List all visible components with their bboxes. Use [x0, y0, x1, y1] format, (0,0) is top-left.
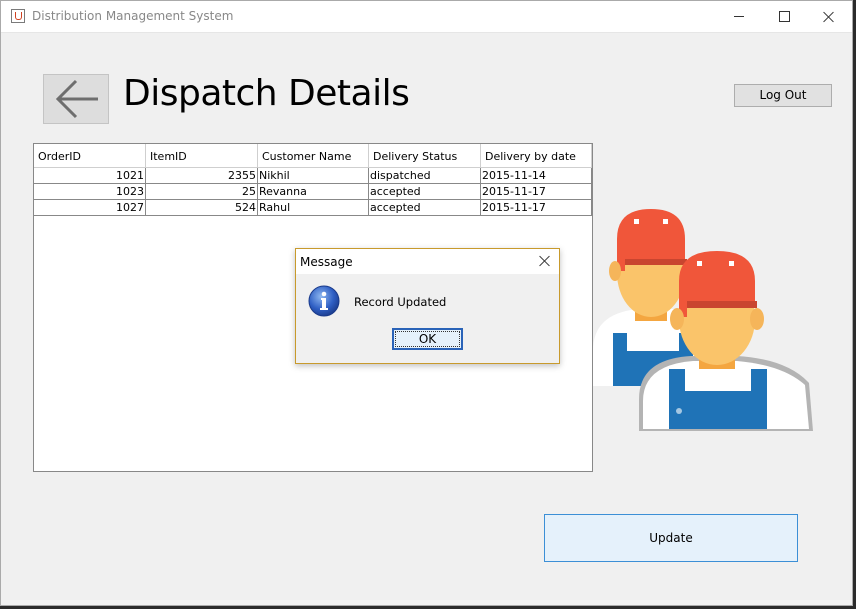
java-app-icon [11, 9, 25, 23]
close-button[interactable] [806, 1, 852, 32]
item-id-cell[interactable]: 2355 [146, 168, 258, 184]
dialog-message: Record Updated [354, 295, 447, 309]
customer-name-cell[interactable]: Revanna [258, 184, 369, 200]
order-id-cell[interactable]: 1027 [34, 200, 146, 216]
delivery-date-cell[interactable]: 2015-11-17 [481, 184, 592, 200]
window-title: Distribution Management System [32, 9, 234, 23]
delivery-date-cell[interactable]: 2015-11-14 [481, 168, 592, 184]
maximize-button[interactable] [761, 1, 807, 32]
minimize-icon [734, 16, 744, 17]
dialog-title-bar: Message [296, 249, 559, 274]
delivery-status-cell[interactable]: accepted [369, 200, 481, 216]
ok-button[interactable]: OK [392, 328, 463, 350]
table-row[interactable]: 1023 25 Revanna accepted 2015-11-17 [34, 184, 592, 200]
column-header-delivery-date[interactable]: Delivery by date [481, 144, 592, 168]
arrow-left-icon [55, 79, 98, 119]
order-id-cell[interactable]: 1021 [34, 168, 146, 184]
delivery-workers-illustration [593, 209, 813, 431]
table-row[interactable]: 1021 2355 Nikhil dispatched 2015-11-14 [34, 168, 592, 184]
customer-name-cell[interactable]: Rahul [258, 200, 369, 216]
order-id-cell[interactable]: 1023 [34, 184, 146, 200]
logout-button[interactable]: Log Out [734, 84, 832, 107]
app-window: Distribution Management System Dispatch … [0, 0, 853, 606]
update-button[interactable]: Update [544, 514, 798, 562]
message-dialog: Message Record Updated OK [295, 248, 560, 364]
delivery-status-cell[interactable]: accepted [369, 184, 481, 200]
table-row[interactable]: 1027 524 Rahul accepted 2015-11-17 [34, 200, 592, 216]
delivery-date-cell[interactable]: 2015-11-17 [481, 200, 592, 216]
dialog-title: Message [300, 255, 353, 269]
title-bar: Distribution Management System [1, 1, 852, 33]
page-title: Dispatch Details [123, 73, 410, 114]
item-id-cell[interactable]: 524 [146, 200, 258, 216]
maximize-icon [778, 11, 790, 22]
table-header: OrderID ItemID Customer Name Delivery St… [34, 144, 592, 168]
delivery-status-cell[interactable]: dispatched [369, 168, 481, 184]
info-icon [308, 285, 340, 317]
dialog-close-icon[interactable] [539, 255, 551, 267]
column-header-item-id[interactable]: ItemID [146, 144, 258, 168]
back-button[interactable] [43, 74, 109, 124]
customer-name-cell[interactable]: Nikhil [258, 168, 369, 184]
item-id-cell[interactable]: 25 [146, 184, 258, 200]
close-icon [823, 11, 835, 23]
column-header-customer-name[interactable]: Customer Name [258, 144, 369, 168]
column-header-order-id[interactable]: OrderID [34, 144, 146, 168]
column-header-delivery-status[interactable]: Delivery Status [369, 144, 481, 168]
minimize-button[interactable] [716, 1, 762, 32]
